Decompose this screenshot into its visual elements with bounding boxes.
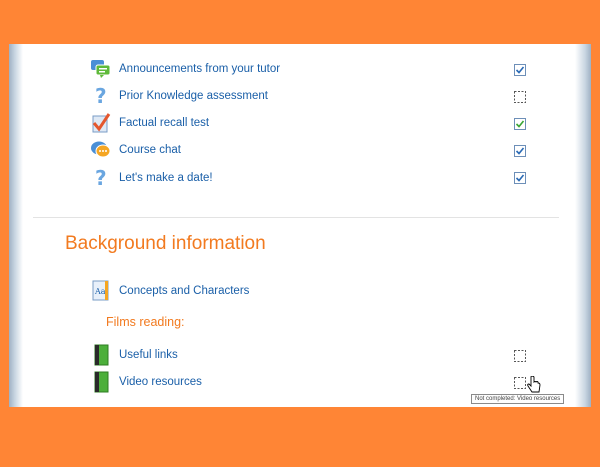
course-content: Announcements from your tutor ? Prior Kn…: [9, 44, 591, 407]
label-films-reading: Films reading:: [106, 315, 185, 329]
question-icon: ?: [89, 84, 113, 108]
activity-label[interactable]: Announcements from your tutor: [119, 63, 280, 75]
activity-label[interactable]: Prior Knowledge assessment: [119, 90, 268, 102]
activity-factual-recall[interactable]: Factual recall test: [89, 111, 209, 135]
completion-checkbox-auto[interactable]: [514, 117, 526, 130]
book-useful-links[interactable]: Useful links: [89, 343, 178, 367]
svg-text:Aa: Aa: [94, 287, 106, 296]
completion-checkbox[interactable]: [514, 63, 526, 76]
completion-checkbox[interactable]: [514, 144, 526, 157]
section-divider: [33, 217, 559, 218]
activity-label[interactable]: Useful links: [119, 349, 178, 361]
completion-checkbox[interactable]: [514, 90, 526, 103]
completion-checkbox[interactable]: [514, 171, 526, 184]
activity-prior-knowledge[interactable]: ? Prior Knowledge assessment: [89, 84, 268, 108]
activity-concepts-characters[interactable]: Aa Concepts and Characters: [89, 279, 249, 303]
book-icon: [89, 343, 113, 367]
activity-label[interactable]: Concepts and Characters: [119, 285, 249, 297]
section-title: Background information: [65, 233, 266, 254]
activity-label[interactable]: Video resources: [119, 376, 202, 388]
quiz-icon: [89, 111, 113, 135]
activity-label[interactable]: Factual recall test: [119, 117, 209, 129]
completion-checkbox[interactable]: [514, 349, 526, 362]
course-page: Announcements from your tutor ? Prior Kn…: [9, 44, 591, 407]
glossary-icon: Aa: [89, 279, 113, 303]
activity-announcements[interactable]: Announcements from your tutor: [89, 57, 280, 81]
book-video-resources[interactable]: Video resources: [89, 370, 202, 394]
book-icon: [89, 370, 113, 394]
completion-checkbox[interactable]: [514, 376, 526, 389]
activity-label[interactable]: Let's make a date!: [119, 172, 213, 184]
activity-label[interactable]: Course chat: [119, 144, 181, 156]
chat-icon: [89, 138, 113, 162]
forum-icon: [89, 57, 113, 81]
activity-make-a-date[interactable]: ? Let's make a date!: [89, 166, 213, 190]
question-icon: ?: [89, 166, 113, 190]
svg-text:?: ?: [95, 168, 107, 188]
tooltip: Not completed: Video resources: [471, 394, 565, 404]
svg-text:?: ?: [95, 86, 107, 106]
activity-course-chat[interactable]: Course chat: [89, 138, 181, 162]
